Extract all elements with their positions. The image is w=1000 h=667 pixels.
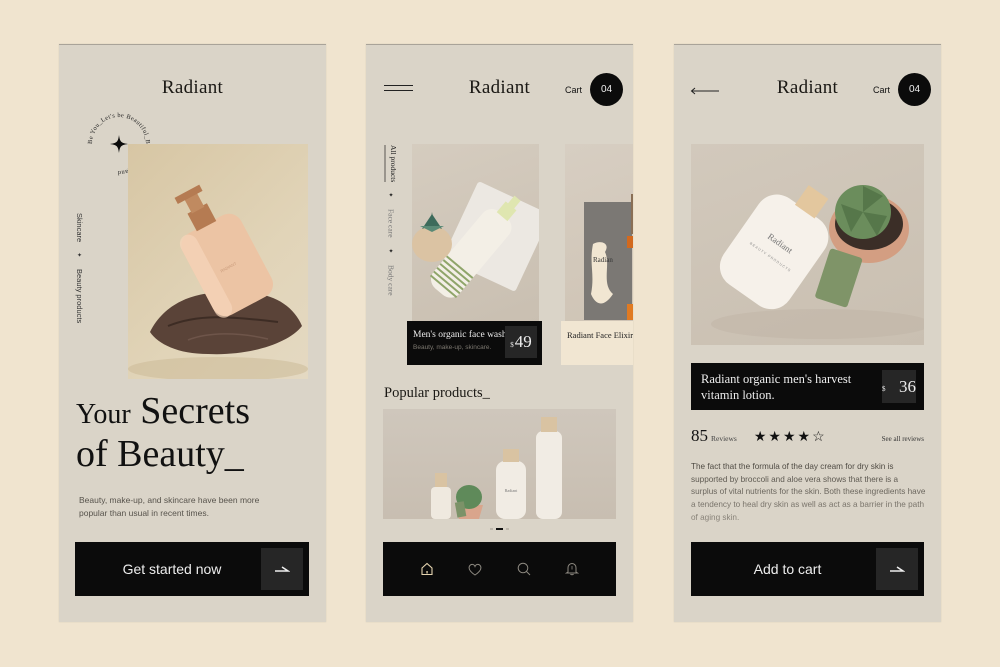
category-tabs: All products ✦ Face care ✦ Body care: [384, 145, 398, 295]
product-description: The fact that the formula of the day cre…: [691, 461, 926, 525]
reviews-count: 85: [691, 426, 708, 445]
currency-symbol: $: [882, 384, 886, 393]
product-title-bar: Radiant organic men's harvest vitamin lo…: [691, 363, 924, 410]
product-card[interactable]: Radian Radiant Face Elixir: [561, 144, 633, 369]
star-filled-icon: ★: [782, 428, 796, 444]
intro-text: Beauty, make-up, and skincare have been …: [79, 495, 260, 519]
hero-product-image: RADIANT: [128, 144, 308, 379]
cart-label: Cart: [872, 84, 890, 95]
tab-all-products[interactable]: All products: [384, 145, 398, 183]
star-rating: ★ ★ ★ ★ ☆: [754, 428, 825, 445]
product-image: Radian: [565, 144, 633, 324]
product-card[interactable]: Men's organic face wash Beauty, make-up,…: [407, 144, 542, 369]
heart-icon[interactable]: [465, 559, 485, 579]
product-image: [412, 144, 539, 324]
bell-icon[interactable]: [562, 559, 582, 579]
popular-products-heading: Popular products_: [384, 385, 490, 401]
cart-label: Cart: [564, 84, 582, 95]
headline-word-secrets: Secrets: [140, 390, 250, 432]
cart-button[interactable]: Cart 04: [565, 73, 623, 106]
headline-word-your: Your: [76, 399, 131, 430]
home-icon[interactable]: [417, 559, 437, 579]
star-filled-icon: ★: [797, 428, 811, 444]
cart-count-badge: 04: [590, 73, 623, 106]
get-started-button[interactable]: Get started now: [75, 542, 309, 596]
product-price: $ 49: [505, 326, 537, 358]
cart-count-badge: 04: [898, 73, 931, 106]
carousel-dot[interactable]: [490, 528, 493, 530]
diamond-separator-icon: ✦: [76, 252, 82, 260]
brand-logo: Radiant: [161, 77, 224, 98]
diamond-separator-icon: ✦: [387, 192, 394, 200]
currency-symbol: $: [510, 340, 514, 349]
arrow-right-icon[interactable]: [261, 548, 303, 590]
popular-products-banner[interactable]: Radiant: [383, 409, 616, 519]
arrow-right-icon[interactable]: [876, 548, 918, 590]
cart-button[interactable]: Cart 04: [873, 73, 931, 106]
star-filled-icon: ★: [753, 428, 767, 444]
reviews-summary: 85 Reviews ★ ★ ★ ★ ☆ See all reviews: [691, 426, 924, 446]
svg-text:Radian: Radian: [593, 256, 613, 264]
home-screen: Radiant Be You_Let's be Beautiful_Be Col…: [59, 44, 326, 622]
headline-line-2: of Beauty_: [76, 432, 244, 475]
svg-text:Radiant: Radiant: [505, 488, 518, 493]
hero-headline: Your Secrets of Beauty_: [76, 390, 250, 475]
product-name: Radiant Face Elixir: [567, 330, 633, 340]
product-title: Radiant organic men's harvest vitamin lo…: [701, 372, 852, 402]
product-label: Men's organic face wash Beauty, make-up,…: [407, 321, 542, 365]
product-detail-image: Radiant BEAUTY PRODUCTS: [691, 144, 924, 345]
price-value: 49: [514, 332, 532, 351]
bottom-navigation: [383, 542, 616, 596]
see-all-reviews-link[interactable]: See all reviews: [882, 435, 924, 443]
product-price: $ 36: [882, 370, 916, 403]
carousel-indicator: [366, 528, 633, 530]
search-icon[interactable]: [514, 559, 534, 579]
product-detail-screen: Radiant Cart 04 Radiant BEAUTY PRODUCTS: [674, 44, 941, 622]
diamond-separator-icon: ✦: [387, 247, 394, 255]
product-label: Radiant Face Elixir: [561, 321, 633, 365]
tab-face-care[interactable]: Face care: [387, 209, 396, 238]
carousel-dot[interactable]: [506, 528, 509, 530]
sparkle-star-icon: [110, 135, 128, 153]
add-to-cart-button[interactable]: Add to cart: [691, 542, 924, 596]
side-category-labels: Skincare ✦ Beauty products: [75, 213, 84, 323]
reviews-label: Reviews: [711, 434, 737, 443]
star-filled-icon: ★: [768, 428, 781, 444]
side-label-beauty-products: Beauty products: [75, 269, 84, 324]
catalog-screen: Radiant Cart 04 All products ✦ Face care…: [366, 44, 633, 622]
tab-body-care[interactable]: Body care: [387, 265, 396, 296]
star-empty-icon: ☆: [812, 428, 825, 444]
price-value: 36: [899, 376, 916, 396]
side-label-skincare: Skincare: [75, 213, 84, 243]
carousel-dot-active[interactable]: [496, 528, 503, 530]
